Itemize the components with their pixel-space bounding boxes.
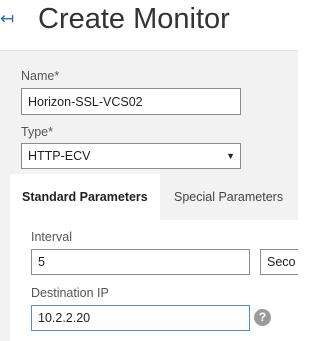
tab-standard-parameters[interactable]: Standard Parameters — [10, 174, 160, 220]
type-select[interactable]: HTTP-ECV ▼ — [21, 143, 241, 169]
tab-special-parameters[interactable]: Special Parameters — [162, 174, 298, 220]
help-icon[interactable]: ? — [254, 309, 271, 326]
destination-ip-label: Destination IP — [31, 286, 109, 300]
type-label: Type* — [21, 125, 53, 139]
name-label: Name* — [21, 69, 60, 83]
interval-input[interactable] — [31, 249, 250, 275]
chevron-down-icon: ▼ — [226, 151, 235, 161]
destination-ip-input[interactable] — [31, 305, 250, 331]
back-arrow-icon[interactable]: ↤ — [0, 6, 16, 32]
name-input[interactable] — [21, 88, 241, 115]
interval-label: Interval — [31, 230, 72, 244]
tab-strip: Standard Parameters Special Parameters — [0, 174, 298, 220]
standard-parameters-panel: Interval Seco Destination IP ? — [10, 220, 298, 341]
page-title: Create Monitor — [38, 3, 230, 35]
interval-unit-select[interactable]: Seco — [260, 249, 298, 275]
type-select-value: HTTP-ECV — [28, 149, 91, 163]
